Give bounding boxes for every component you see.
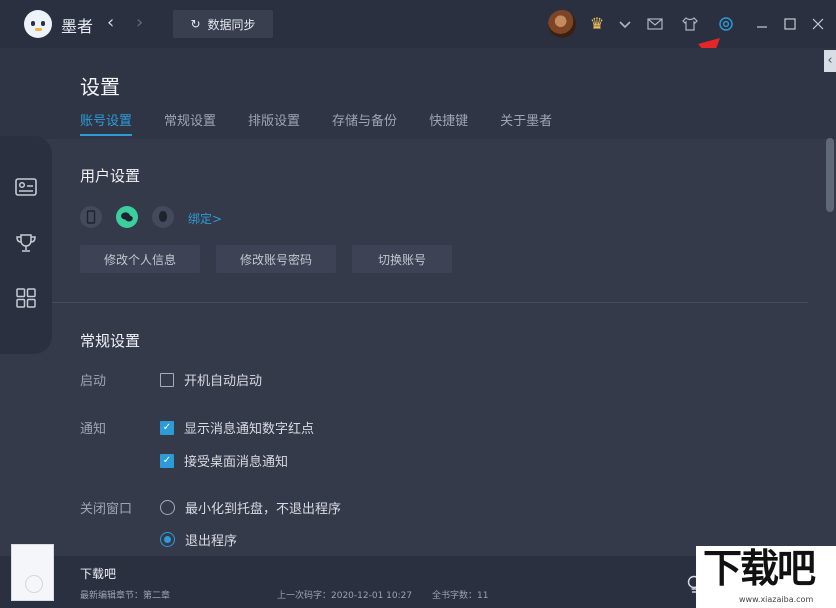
app-logo bbox=[24, 10, 52, 38]
notify-badge-checkbox[interactable]: ✓ bbox=[160, 420, 174, 435]
crown-icon[interactable]: ♛ bbox=[587, 14, 607, 34]
watermark-logo: 下载吧 www.xiazaiba.com bbox=[696, 546, 836, 608]
refresh-icon: ↻ bbox=[190, 17, 201, 31]
avatar[interactable] bbox=[548, 10, 576, 38]
change-password-button[interactable]: 修改账号密码 bbox=[216, 245, 336, 273]
minimize-icon[interactable] bbox=[752, 14, 772, 34]
left-sidebar bbox=[0, 136, 52, 354]
notify-badge-label: 显示消息通知数字红点 bbox=[184, 422, 315, 437]
forward-icon[interactable]: › bbox=[136, 12, 143, 33]
minimize-to-tray-label: 最小化到托盘，不退出程序 bbox=[185, 502, 342, 517]
desktop-notify-label: 接受桌面消息通知 bbox=[184, 455, 289, 470]
tab-shortcuts[interactable]: 快捷键 bbox=[429, 110, 468, 129]
mail-icon[interactable] bbox=[645, 14, 665, 34]
tab-general[interactable]: 常规设置 bbox=[164, 110, 216, 129]
tab-account[interactable]: 账号设置 bbox=[80, 110, 133, 136]
tab-layout[interactable]: 排版设置 bbox=[248, 110, 300, 129]
maximize-icon[interactable] bbox=[780, 14, 800, 34]
notify-badge-option[interactable]: ✓ 显示消息通知数字红点 bbox=[160, 418, 314, 437]
close-window-label: 关闭窗口 bbox=[80, 502, 133, 517]
minimize-to-tray-option[interactable]: 最小化到托盘，不退出程序 bbox=[160, 498, 341, 517]
exit-program-label: 退出程序 bbox=[185, 534, 238, 549]
minimize-to-tray-radio[interactable] bbox=[160, 500, 175, 515]
desktop-notify-option[interactable]: ✓ 接受桌面消息通知 bbox=[160, 451, 288, 470]
wechat-icon[interactable] bbox=[116, 206, 138, 228]
exit-program-radio[interactable] bbox=[160, 532, 175, 547]
section-divider bbox=[52, 302, 808, 303]
exit-program-option[interactable]: 退出程序 bbox=[160, 530, 237, 549]
app-name: 墨者 bbox=[61, 17, 94, 36]
general-settings-title: 常规设置 bbox=[80, 332, 141, 350]
book-title[interactable]: 下载吧 bbox=[80, 565, 116, 582]
desktop-notify-checkbox[interactable]: ✓ bbox=[160, 453, 174, 468]
auto-start-label: 开机自动启动 bbox=[184, 374, 263, 389]
phone-icon[interactable] bbox=[80, 206, 102, 228]
shirt-icon[interactable] bbox=[680, 14, 700, 34]
bind-link[interactable]: 绑定> bbox=[188, 210, 222, 227]
trophy-icon[interactable] bbox=[14, 231, 38, 255]
qq-icon[interactable] bbox=[152, 206, 174, 228]
sync-button-label: 数据同步 bbox=[207, 17, 256, 32]
collapse-panel-button[interactable]: ‹ bbox=[824, 50, 836, 72]
user-settings-title: 用户设置 bbox=[80, 167, 141, 185]
settings-icon[interactable] bbox=[716, 14, 736, 34]
close-icon[interactable] bbox=[808, 14, 828, 34]
page-title: 设置 bbox=[80, 75, 120, 99]
chevron-down-icon[interactable] bbox=[615, 14, 635, 34]
last-write-time: 上一次码字：2020-12-01 10:27 bbox=[277, 591, 413, 601]
watermark-url: www.xiazaiba.com bbox=[739, 595, 814, 604]
apps-grid-icon[interactable] bbox=[14, 286, 38, 310]
auto-start-checkbox[interactable] bbox=[160, 372, 174, 387]
startup-label: 启动 bbox=[80, 374, 107, 389]
notify-label: 通知 bbox=[80, 422, 107, 437]
total-words: 全书字数：11 bbox=[432, 591, 489, 601]
sync-button[interactable]: ↻ 数据同步 bbox=[173, 10, 273, 38]
tab-about[interactable]: 关于墨者 bbox=[500, 110, 552, 129]
book-cover[interactable] bbox=[11, 544, 54, 601]
profile-card-icon[interactable] bbox=[14, 175, 38, 199]
tab-storage[interactable]: 存储与备份 bbox=[332, 110, 397, 129]
settings-tabs: 账号设置 常规设置 排版设置 存储与备份 快捷键 关于墨者 bbox=[80, 110, 552, 136]
last-chapter: 最新编辑章节：第二章 bbox=[80, 591, 171, 601]
scrollbar[interactable] bbox=[826, 138, 834, 212]
switch-account-button[interactable]: 切换账号 bbox=[352, 245, 452, 273]
edit-profile-button[interactable]: 修改个人信息 bbox=[80, 245, 200, 273]
watermark-text: 下载吧 bbox=[703, 547, 816, 592]
back-icon[interactable]: ‹ bbox=[107, 12, 114, 33]
startup-option[interactable]: 开机自动启动 bbox=[160, 370, 262, 389]
settings-content: 用户设置 绑定> 修改个人信息 修改账号密码 切换账号 常规设置 启动 开机自动… bbox=[80, 139, 808, 559]
